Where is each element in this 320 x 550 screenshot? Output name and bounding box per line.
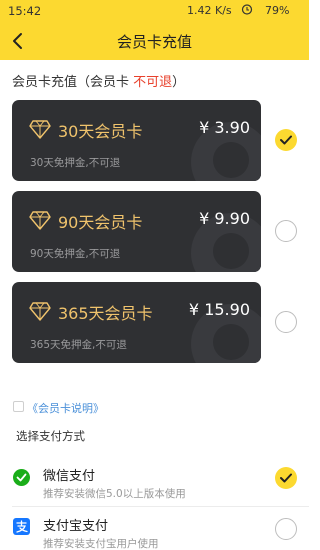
payment-section-title: 选择支付方式 bbox=[16, 429, 85, 443]
card-name: 365天会员卡 bbox=[58, 304, 153, 323]
card-desc: 90天免押金,不可退 bbox=[30, 248, 121, 260]
diamond-icon bbox=[29, 120, 51, 139]
membership-card-90[interactable]: 90天会员卡 ¥ 9.90 90天免押金,不可退 bbox=[12, 191, 261, 272]
pay-option-wechat[interactable]: 微信支付 推荐安装微信5.0以上版本使用 bbox=[0, 461, 309, 505]
status-time: 15:42 bbox=[8, 4, 42, 18]
status-bar: 15:42 1.42 K/s 79% bbox=[0, 0, 309, 22]
divider bbox=[12, 506, 309, 507]
membership-card-30[interactable]: 30天会员卡 ¥ 3.90 30天免押金,不可退 bbox=[12, 100, 261, 181]
card-desc: 30天免押金,不可退 bbox=[30, 157, 121, 169]
pay-method-name: 微信支付 bbox=[43, 469, 96, 484]
wechat-icon bbox=[13, 469, 30, 486]
wechat-radio[interactable] bbox=[275, 467, 297, 489]
app-header: 15:42 1.42 K/s 79% 会员卡充值 bbox=[0, 0, 309, 60]
diamond-icon bbox=[29, 302, 51, 321]
card-price: ¥ 15.90 bbox=[188, 300, 250, 319]
card-90-radio[interactable] bbox=[275, 220, 297, 242]
card-name: 30天会员卡 bbox=[58, 122, 143, 141]
explain-link-text[interactable]: 《会员卡说明》 bbox=[27, 400, 104, 416]
battery-level: 79% bbox=[265, 4, 290, 17]
alipay-icon bbox=[13, 518, 30, 535]
pay-method-name: 支付宝支付 bbox=[43, 519, 109, 534]
pay-method-desc: 推荐安装支付宝用户使用 bbox=[43, 538, 159, 550]
agree-checkbox[interactable] bbox=[13, 401, 24, 412]
card-price: ¥ 3.90 bbox=[199, 118, 250, 137]
card-30-radio[interactable] bbox=[275, 129, 297, 151]
page-title: 会员卡充值 bbox=[116, 33, 192, 51]
alipay-radio[interactable] bbox=[275, 518, 297, 540]
diamond-icon bbox=[29, 211, 51, 230]
network-speed: 1.42 K/s bbox=[187, 4, 232, 17]
membership-card-365[interactable]: 365天会员卡 ¥ 15.90 365天免押金,不可退 bbox=[12, 282, 261, 363]
card-desc: 365天免押金,不可退 bbox=[30, 339, 127, 351]
section-title: 会员卡充值（会员卡 不可退） bbox=[12, 75, 186, 90]
alarm-icon bbox=[241, 3, 253, 18]
card-price: ¥ 9.90 bbox=[199, 209, 250, 228]
nav-bar: 会员卡充值 bbox=[0, 22, 309, 60]
card-name: 90天会员卡 bbox=[58, 213, 143, 232]
pay-option-alipay[interactable]: 支付宝支付 推荐安装支付宝用户使用 bbox=[0, 511, 309, 550]
check-icon bbox=[280, 473, 292, 483]
non-refundable-label: 不可退 bbox=[133, 75, 173, 90]
card-365-radio[interactable] bbox=[275, 311, 297, 333]
check-icon bbox=[280, 135, 292, 145]
pay-method-desc: 推荐安装微信5.0以上版本使用 bbox=[43, 488, 186, 500]
